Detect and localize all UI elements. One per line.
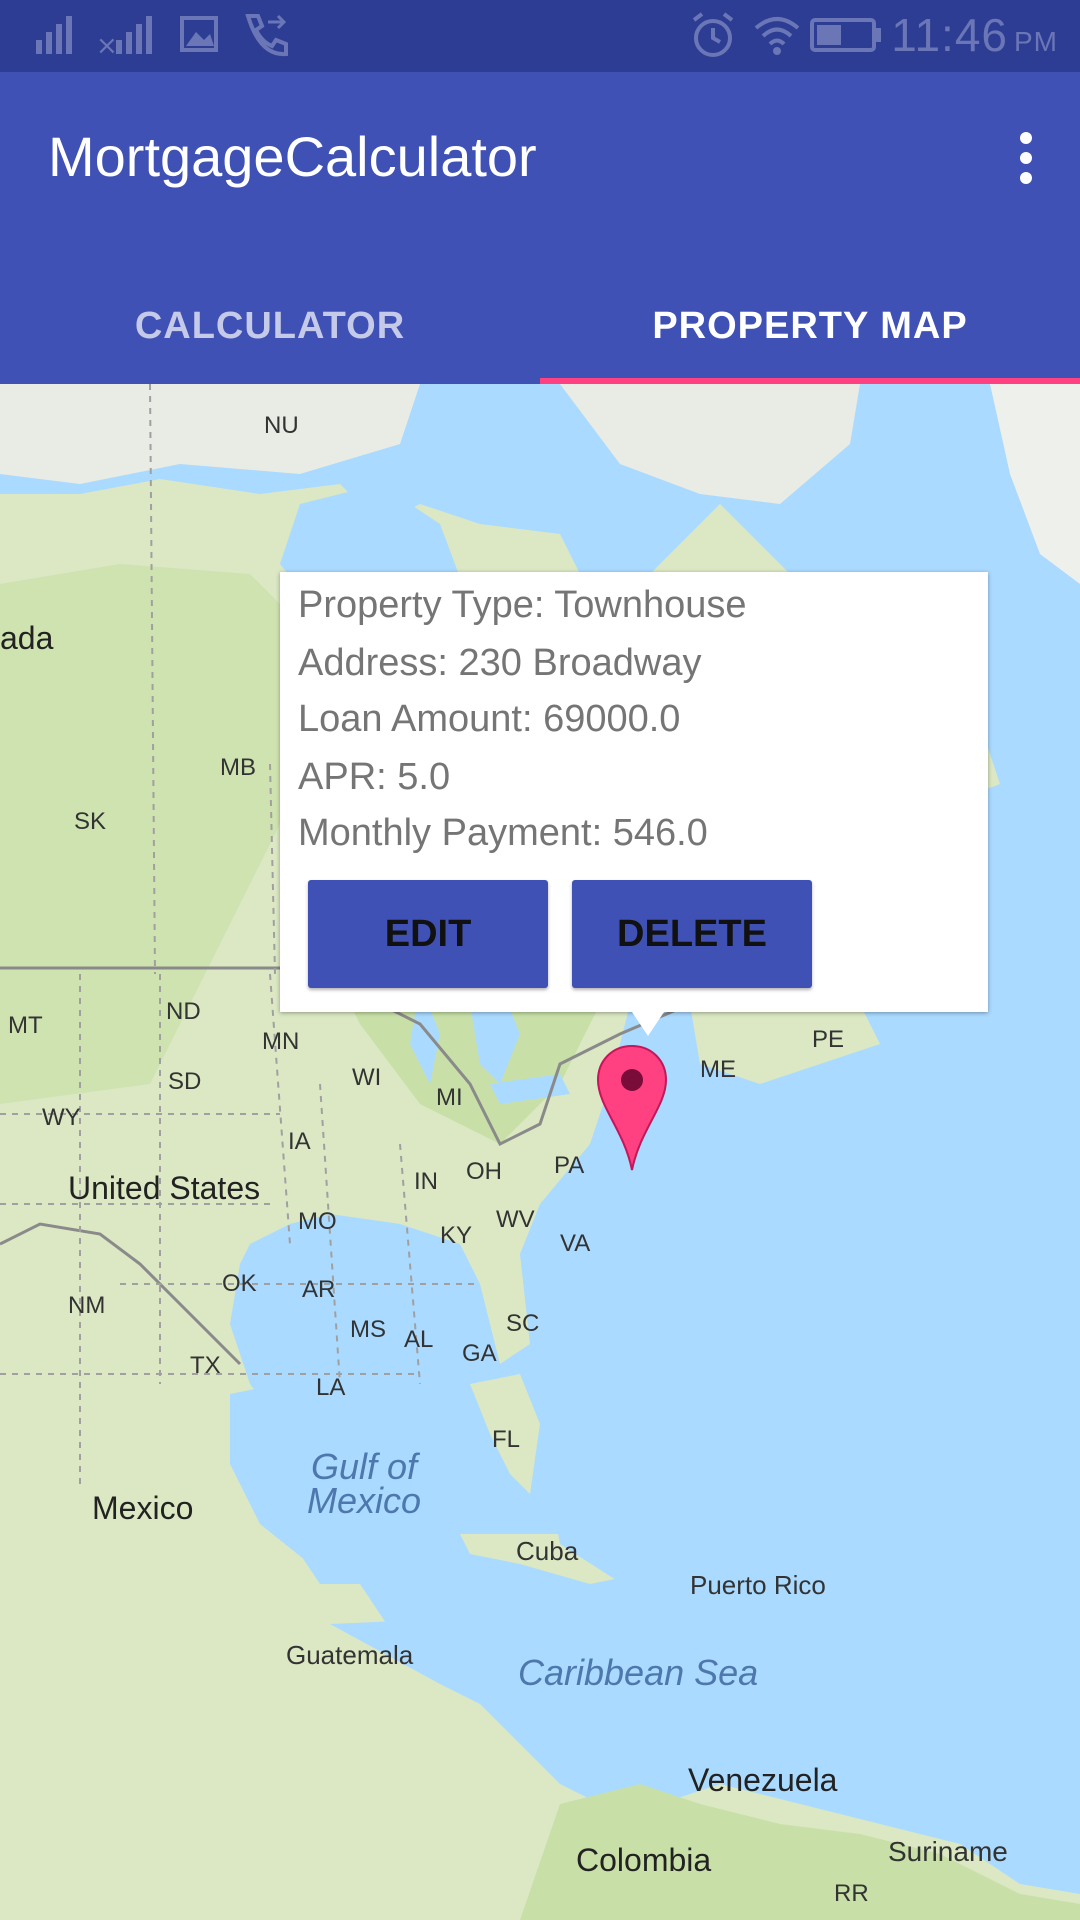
- map-label-nd: ND: [166, 998, 201, 1025]
- map-label-mt: MT: [8, 1012, 43, 1039]
- map-label-puerto-rico: Puerto Rico: [690, 1570, 826, 1600]
- map-label-venezuela: Venezuela: [688, 1762, 838, 1798]
- map-label-me: ME: [700, 1056, 736, 1083]
- map-label-caribbean-sea: Caribbean Sea: [518, 1652, 759, 1693]
- signal-1-icon: [36, 16, 72, 54]
- map-label-nm: NM: [68, 1292, 106, 1319]
- apr-text: APR: 5.0: [298, 756, 451, 798]
- edit-button[interactable]: EDIT: [308, 880, 548, 988]
- map-label-la: LA: [316, 1374, 346, 1401]
- delete-button[interactable]: DELETE: [572, 880, 812, 988]
- map-label-ada: ada: [0, 620, 54, 656]
- map-label-ok: OK: [222, 1270, 257, 1297]
- signal-2-icon: ×: [96, 16, 152, 58]
- map-label-sc: SC: [506, 1310, 540, 1337]
- property-type-text: Property Type: Townhouse: [298, 584, 747, 626]
- clock-time: 11:46: [891, 9, 1008, 61]
- app-title: MortgageCalculator: [48, 125, 537, 188]
- app-bar: MortgageCalculator CALCULATOR PROPERTY M…: [0, 72, 1080, 384]
- loan-amount-text: Loan Amount: 69000.0: [298, 698, 681, 740]
- map-label-sd: SD: [168, 1068, 202, 1095]
- map-label-pe: PE: [812, 1026, 845, 1053]
- monthly-payment-text: Monthly Payment: 546.0: [298, 812, 708, 854]
- map-label-ia: IA: [288, 1128, 311, 1155]
- map-label-oh: OH: [466, 1158, 502, 1185]
- map-label-wi: WI: [352, 1064, 382, 1091]
- wifi-icon: [754, 17, 800, 55]
- map-label-wv: WV: [496, 1206, 535, 1233]
- map-pin-icon[interactable]: [596, 1044, 668, 1172]
- call-forward-icon: [245, 14, 288, 57]
- tab-property-map[interactable]: PROPERTY MAP: [540, 268, 1080, 384]
- map-label-in: IN: [414, 1168, 438, 1195]
- map-label-sk: SK: [74, 808, 107, 835]
- map-label-ms: MS: [350, 1316, 386, 1343]
- map-label-ga: GA: [462, 1340, 497, 1367]
- map-label-va: VA: [560, 1230, 591, 1257]
- status-bar: × 11:46 PM: [0, 0, 1080, 72]
- tab-calculator[interactable]: CALCULATOR: [0, 268, 540, 384]
- map-label-cuba: Cuba: [516, 1536, 579, 1566]
- map-label-al: AL: [404, 1326, 434, 1353]
- map-label-fl: FL: [492, 1426, 521, 1453]
- map-label-wy: WY: [42, 1104, 81, 1131]
- map-label-rr: RR: [834, 1880, 869, 1907]
- gallery-icon: [180, 16, 218, 52]
- status-clock: 11:46 PM: [891, 8, 1058, 62]
- map-label-united-states: United States: [68, 1170, 261, 1206]
- map-label-nu: NU: [264, 412, 299, 439]
- map-label-colombia: Colombia: [576, 1842, 712, 1878]
- battery-icon: [810, 18, 881, 52]
- clock-ampm: PM: [1014, 26, 1058, 57]
- address-text: Address: 230 Broadway: [298, 642, 702, 684]
- map-label-mb: MB: [220, 754, 256, 781]
- alarm-icon: [692, 12, 734, 57]
- marker-info-window: Property Type: Townhouse Address: 230 Br…: [280, 572, 988, 1036]
- map-label-tx: TX: [190, 1352, 221, 1379]
- svg-text:×: ×: [96, 31, 118, 58]
- map-label-gulf-of-mexico: Gulf of Mexico: [306, 1446, 422, 1521]
- more-vert-icon[interactable]: [1002, 126, 1050, 198]
- map-label-mn: MN: [262, 1028, 300, 1055]
- info-window-pointer: [632, 1012, 664, 1036]
- map-label-ky: KY: [440, 1222, 473, 1249]
- map-label-mexico: Mexico: [92, 1490, 194, 1526]
- map-label-pa: PA: [554, 1152, 585, 1179]
- map-label-ar: AR: [302, 1276, 336, 1303]
- map-label-mo: MO: [298, 1208, 337, 1235]
- map-label-guatemala: Guatemala: [286, 1640, 414, 1670]
- map-label-suriname: Suriname: [888, 1836, 1008, 1867]
- map-label-mi: MI: [436, 1084, 463, 1111]
